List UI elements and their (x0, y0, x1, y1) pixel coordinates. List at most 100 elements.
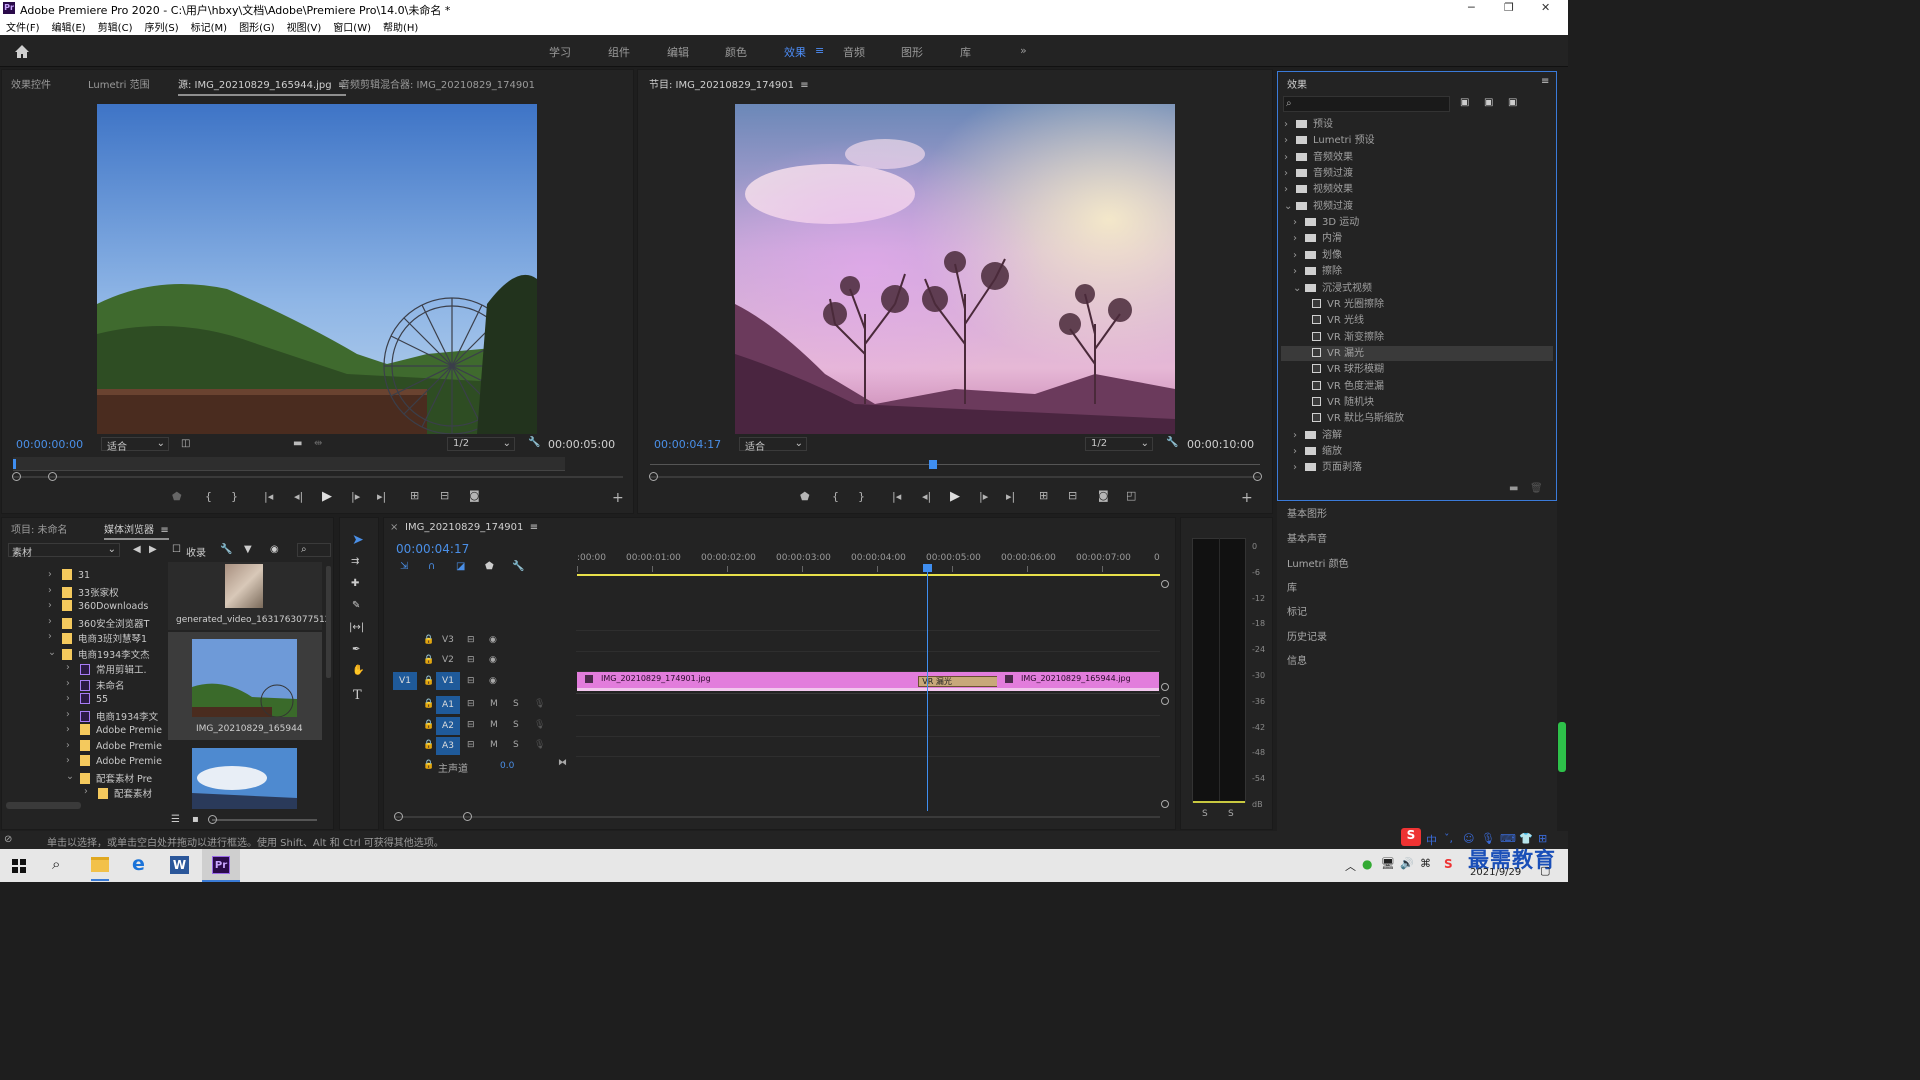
chevron-right-icon[interactable]: › (66, 755, 70, 766)
menu-clip[interactable]: 剪辑(C) (92, 17, 139, 34)
workspace-menu-icon[interactable]: ≡ (815, 44, 824, 57)
mark-in-icon[interactable]: { (832, 490, 839, 503)
accelerated-effects-icon[interactable]: ▣ (1460, 97, 1469, 108)
more-workspaces-icon[interactable]: » (1020, 44, 1027, 57)
play-icon[interactable]: ▶ (322, 489, 332, 504)
program-resolution-select[interactable]: 1/2 ⌄ (1085, 437, 1153, 451)
minimize-icon[interactable]: ─ (1468, 1, 1475, 14)
slider-handle[interactable] (208, 815, 217, 824)
effect-item[interactable]: › 视频效果 (1284, 182, 1353, 198)
menu-window[interactable]: 窗口(W) (327, 17, 377, 34)
a-zoom-handle[interactable] (1161, 697, 1169, 705)
effect-item[interactable]: › 缩放 (1293, 444, 1342, 460)
sync-lock-icon[interactable]: ⊟ (467, 655, 475, 665)
thumb-scrollbar[interactable] (326, 566, 331, 678)
solo-button[interactable]: S (513, 720, 519, 730)
delete-icon[interactable]: 🗑 (1530, 483, 1543, 494)
lift-icon[interactable]: ⊞ (1039, 489, 1048, 502)
wrench-icon[interactable]: 🔧 (1166, 437, 1178, 448)
chevron-right-icon[interactable]: › (84, 786, 88, 797)
v-zoom-handle[interactable] (1161, 683, 1169, 691)
mark-in-icon[interactable]: { (205, 490, 212, 503)
lock-icon[interactable]: 🔒 (423, 720, 434, 730)
track-target-audio[interactable]: A2 (436, 717, 460, 735)
effect-item[interactable]: › Lumetri 预设 (1284, 133, 1375, 149)
effect-item[interactable]: › 擦除 (1293, 264, 1342, 280)
source-playhead[interactable] (13, 459, 16, 469)
razor-icon[interactable]: ✎ (352, 600, 360, 611)
chevron-right-icon[interactable]: › (1293, 231, 1305, 247)
thumb-sky-clip[interactable] (192, 748, 297, 809)
view-icon[interactable]: ◉ (270, 544, 279, 555)
tab-audio-clip-mixer[interactable]: 音频剪辑混合器: IMG_20210829_174901 (340, 76, 535, 91)
lock-icon[interactable]: 🔒 (423, 760, 434, 770)
step-forward-icon[interactable]: |▸ (351, 490, 360, 503)
ripple-edit-icon[interactable]: ✚ (351, 578, 359, 589)
effect-item[interactable]: VR 漏光 (1312, 346, 1364, 362)
timeline-zoom-bar[interactable] (395, 816, 1160, 818)
tray-app-icon[interactable]: ⌘ (1420, 857, 1431, 870)
tree-item[interactable]: › 未命名 (66, 678, 125, 692)
effect-item[interactable]: › 音频过渡 (1284, 166, 1353, 182)
filter-icon[interactable]: ▼ (244, 544, 252, 555)
pen-icon[interactable]: ✒ (352, 644, 360, 655)
chevron-right-icon[interactable]: › (48, 616, 52, 627)
chevron-right-icon[interactable]: › (1284, 150, 1296, 166)
premiere-taskbar-icon[interactable]: Pr (212, 856, 230, 874)
edge-icon[interactable]: e (132, 853, 145, 875)
word-icon[interactable]: W (170, 856, 189, 874)
track-target-v1[interactable]: V1 (436, 672, 460, 690)
panel-essential-sound[interactable]: 基本声音 (1287, 530, 1327, 545)
wrench-icon[interactable]: 🔧 (528, 437, 540, 448)
go-to-in-icon[interactable]: |◂ (892, 490, 901, 503)
source-zoom-bar[interactable] (13, 476, 623, 478)
sequence-tab[interactable]: IMG_20210829_174901 ≡ (405, 522, 538, 533)
selection-tool-icon[interactable]: ➤ (352, 532, 364, 548)
go-to-in-icon[interactable]: |◂ (264, 490, 273, 503)
step-forward-icon[interactable]: |▸ (979, 490, 988, 503)
yuv-effects-icon[interactable]: ▣ (1508, 97, 1517, 108)
volume-icon[interactable]: 🔊 (1400, 857, 1414, 870)
source-fit-select[interactable]: 适合 ⌄ (101, 437, 169, 453)
timeline-timecode[interactable]: 00:00:04:17 (396, 542, 469, 556)
effect-item[interactable]: VR 随机块 (1312, 395, 1374, 411)
linked-selection-icon[interactable]: ◪ (456, 561, 465, 572)
workspace-graphics[interactable]: 图形 (901, 44, 923, 60)
chevron-right-icon[interactable]: › (48, 585, 52, 596)
ime-mode[interactable]: 中 (1426, 832, 1437, 848)
program-ruler[interactable] (650, 464, 1260, 465)
go-to-out-icon[interactable]: ▸| (1006, 490, 1015, 503)
v-zoom-handle[interactable] (1161, 580, 1169, 588)
panel-history[interactable]: 历史记录 (1287, 628, 1327, 643)
menu-sequence[interactable]: 序列(S) (138, 17, 184, 34)
tree-item[interactable]: › 33张家权 (48, 585, 119, 599)
sync-lock-icon[interactable]: ⊟ (467, 676, 475, 686)
chevron-right-icon[interactable]: › (66, 740, 70, 751)
source-scrubber[interactable] (13, 457, 565, 471)
snap-icon[interactable]: ∩ (428, 561, 435, 572)
tray-security-icon[interactable]: ● (1362, 857, 1372, 871)
timeline-playhead-line[interactable] (927, 566, 928, 811)
solo-button[interactable]: S (513, 740, 519, 750)
lock-icon[interactable]: 🔒 (423, 635, 434, 645)
a-zoom-handle[interactable] (1161, 800, 1169, 808)
chevron-right-icon[interactable]: › (66, 709, 70, 720)
workspace-learn[interactable]: 学习 (549, 44, 571, 60)
timeline-playhead[interactable] (923, 564, 932, 572)
back-icon[interactable]: ◀ (133, 544, 141, 555)
source-timecode-in[interactable]: 00:00:00:00 (16, 438, 83, 451)
chevron-right-icon[interactable]: › (1293, 215, 1305, 231)
thumb-size-slider[interactable] (212, 819, 317, 821)
icon-view-icon[interactable]: ▪ (192, 814, 199, 825)
mark-out-icon[interactable]: } (858, 490, 865, 503)
tray-sogou-icon[interactable]: S (1444, 857, 1453, 871)
zoom-handle-right[interactable] (48, 472, 57, 481)
solo-right-button[interactable]: S (1228, 809, 1234, 819)
effects-search-input[interactable]: ⌕ (1283, 96, 1450, 112)
program-playhead[interactable] (929, 460, 937, 469)
file-explorer-icon[interactable] (91, 857, 109, 872)
tab-project[interactable]: 项目: 未命名 (11, 521, 68, 536)
tab-lumetri-scopes[interactable]: Lumetri 范围 (88, 76, 150, 91)
button-editor-icon[interactable]: + (1241, 490, 1253, 506)
chevron-right-icon[interactable]: › (1293, 444, 1305, 460)
